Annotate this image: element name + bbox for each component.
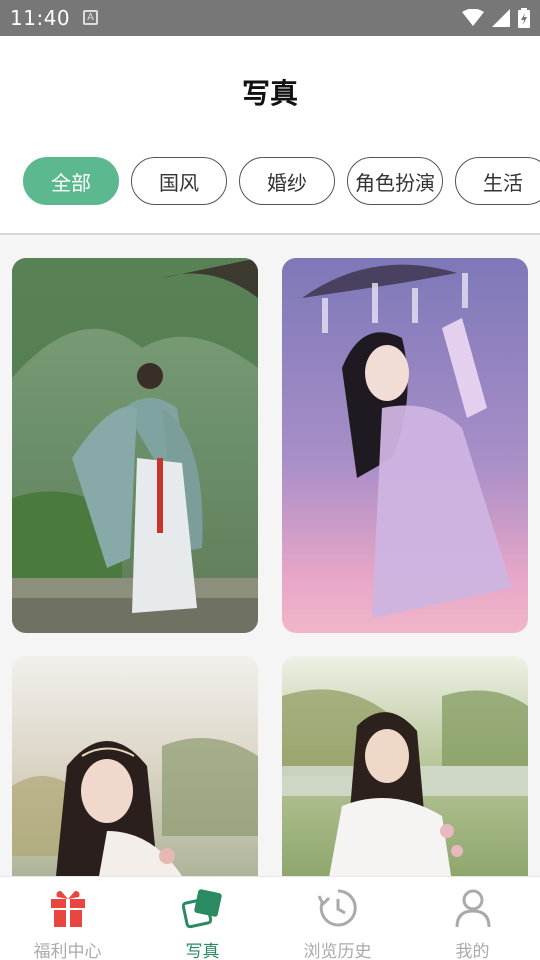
photo-image [282,656,528,876]
photo-card[interactable] [12,656,258,876]
status-time: 11:40 [10,6,71,30]
nav-label: 我的 [455,942,490,960]
tab-life[interactable]: 生活 [455,157,540,205]
signal-icon [492,9,510,27]
status-bar: 11:40 A [0,0,540,36]
photo-image [12,258,258,633]
nav-item-profile[interactable]: 我的 [405,877,540,960]
photo-card[interactable] [12,258,258,633]
history-clock-icon [317,889,357,927]
nav-item-photos[interactable]: 写真 [135,877,270,960]
category-tabs: 全部 国风 婚纱 角色扮演 生活 [23,157,540,205]
tab-wedding[interactable]: 婚纱 [239,157,335,205]
status-icons [462,8,530,28]
photo-grid [0,235,540,876]
nav-label: 福利中心 [33,942,102,960]
gift-icon [51,891,85,927]
photo-card[interactable] [282,258,528,633]
nav-item-welfare[interactable]: 福利中心 [0,877,135,960]
bottom-nav: 福利中心 写真 浏览历史 我的 [0,876,540,960]
page-title: 写真 [241,77,298,110]
notification-icon: A [83,10,98,25]
photo-card[interactable] [282,656,528,876]
wifi-icon [462,9,484,26]
nav-label: 写真 [185,942,220,960]
tab-cosplay[interactable]: 角色扮演 [347,157,443,205]
battery-icon [518,8,530,28]
photo-stack-icon [182,889,222,929]
user-icon [455,889,491,928]
tab-guofeng[interactable]: 国风 [131,157,227,205]
tab-all[interactable]: 全部 [23,157,119,205]
nav-item-history[interactable]: 浏览历史 [270,877,405,960]
nav-label: 浏览历史 [303,942,372,960]
photo-image [282,258,528,633]
photo-image [12,656,258,876]
